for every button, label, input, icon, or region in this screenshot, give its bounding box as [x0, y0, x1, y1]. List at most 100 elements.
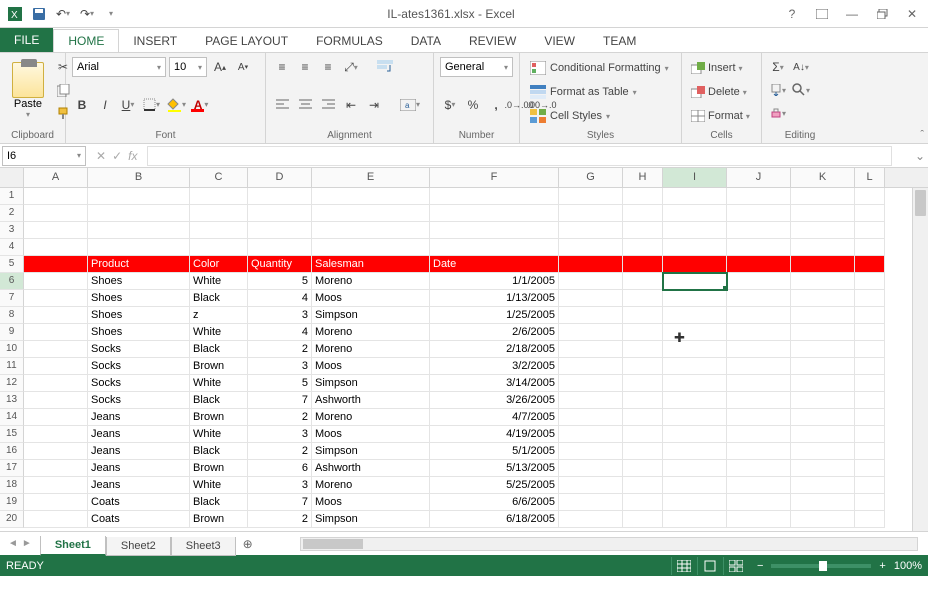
tab-page-layout[interactable]: PAGE LAYOUT [191, 30, 302, 52]
cell[interactable] [791, 205, 855, 222]
cell[interactable] [24, 256, 88, 273]
cell[interactable] [623, 290, 663, 307]
align-middle-icon[interactable]: ≡ [295, 57, 315, 77]
cell[interactable]: 2/6/2005 [430, 324, 559, 341]
font-color-button[interactable]: A▾ [191, 95, 211, 115]
col-header-I[interactable]: I [663, 168, 727, 187]
align-bottom-icon[interactable]: ≡ [318, 57, 338, 77]
cell[interactable]: 3 [248, 426, 312, 443]
col-header-A[interactable]: A [24, 168, 88, 187]
cell[interactable] [791, 392, 855, 409]
cell[interactable]: Ashworth [312, 392, 430, 409]
cell[interactable] [855, 205, 885, 222]
cell[interactable] [663, 205, 727, 222]
conditional-formatting-button[interactable]: Conditional Formatting▾ [526, 57, 675, 79]
row-header[interactable]: 12 [0, 375, 24, 392]
col-header-B[interactable]: B [88, 168, 190, 187]
cell[interactable] [623, 239, 663, 256]
cell[interactable] [24, 409, 88, 426]
cell[interactable] [559, 409, 623, 426]
merge-center-icon[interactable]: a▾ [398, 95, 422, 115]
cell[interactable] [88, 205, 190, 222]
cell[interactable]: Jeans [88, 426, 190, 443]
cell[interactable] [24, 290, 88, 307]
cell[interactable]: 6/6/2005 [430, 494, 559, 511]
cell[interactable] [623, 443, 663, 460]
cell[interactable] [855, 341, 885, 358]
cell[interactable]: Jeans [88, 443, 190, 460]
cell[interactable] [559, 205, 623, 222]
cell[interactable] [855, 256, 885, 273]
cell[interactable] [791, 494, 855, 511]
cell[interactable]: Simpson [312, 511, 430, 528]
cell[interactable] [855, 409, 885, 426]
italic-button[interactable]: I [95, 95, 115, 115]
tab-review[interactable]: REVIEW [455, 30, 530, 52]
cell[interactable]: Moos [312, 426, 430, 443]
cell[interactable]: Shoes [88, 307, 190, 324]
align-center-icon[interactable] [295, 95, 315, 115]
cell[interactable]: Black [190, 494, 248, 511]
cell[interactable] [855, 460, 885, 477]
cell[interactable] [727, 443, 791, 460]
tab-data[interactable]: DATA [397, 30, 455, 52]
cell[interactable] [663, 256, 727, 273]
cell[interactable]: 3/2/2005 [430, 358, 559, 375]
sheet-tab-sheet2[interactable]: Sheet2 [106, 537, 171, 556]
cell[interactable]: Moreno [312, 324, 430, 341]
percent-format-icon[interactable]: % [463, 95, 483, 115]
col-header-F[interactable]: F [430, 168, 559, 187]
cell[interactable]: 2 [248, 511, 312, 528]
cell[interactable]: 5/13/2005 [430, 460, 559, 477]
cell[interactable] [727, 239, 791, 256]
cell[interactable] [663, 460, 727, 477]
help-icon[interactable]: ? [780, 4, 804, 24]
cell[interactable] [88, 188, 190, 205]
cell[interactable] [623, 426, 663, 443]
cell[interactable] [623, 222, 663, 239]
cell[interactable] [24, 358, 88, 375]
cell[interactable]: Coats [88, 494, 190, 511]
zoom-in-icon[interactable]: + [879, 560, 885, 572]
tab-formulas[interactable]: FORMULAS [302, 30, 397, 52]
cell[interactable]: Moos [312, 358, 430, 375]
format-cells-button[interactable]: Format▾ [688, 105, 755, 127]
row-header[interactable]: 17 [0, 460, 24, 477]
decrease-indent-icon[interactable]: ⇤ [341, 95, 361, 115]
cell[interactable]: Brown [190, 511, 248, 528]
row-header[interactable]: 4 [0, 239, 24, 256]
cell[interactable] [24, 494, 88, 511]
cell[interactable]: 4/19/2005 [430, 426, 559, 443]
cell[interactable] [559, 392, 623, 409]
cell[interactable] [24, 477, 88, 494]
cell[interactable] [623, 409, 663, 426]
cell[interactable] [623, 324, 663, 341]
zoom-out-icon[interactable]: − [757, 560, 763, 572]
cell[interactable] [248, 205, 312, 222]
cell[interactable] [623, 341, 663, 358]
cell[interactable] [727, 494, 791, 511]
cell[interactable] [855, 290, 885, 307]
cell[interactable] [727, 324, 791, 341]
cell[interactable] [24, 341, 88, 358]
fill-icon[interactable]: ▾ [768, 80, 788, 100]
cell[interactable] [24, 239, 88, 256]
formula-input[interactable] [147, 146, 892, 166]
cancel-formula-icon[interactable]: ✕ [96, 149, 106, 163]
cell[interactable]: z [190, 307, 248, 324]
cell[interactable] [559, 494, 623, 511]
restore-icon[interactable] [870, 4, 894, 24]
cell[interactable] [663, 443, 727, 460]
bold-button[interactable]: B [72, 95, 92, 115]
cell[interactable] [791, 256, 855, 273]
row-header[interactable]: 13 [0, 392, 24, 409]
cell[interactable] [559, 358, 623, 375]
row-header[interactable]: 7 [0, 290, 24, 307]
cell[interactable] [312, 222, 430, 239]
cell[interactable]: 3/14/2005 [430, 375, 559, 392]
redo-icon[interactable]: ↷▾ [76, 3, 98, 25]
cell[interactable] [623, 358, 663, 375]
cell[interactable]: 3 [248, 477, 312, 494]
cell[interactable] [663, 392, 727, 409]
cell[interactable] [623, 256, 663, 273]
